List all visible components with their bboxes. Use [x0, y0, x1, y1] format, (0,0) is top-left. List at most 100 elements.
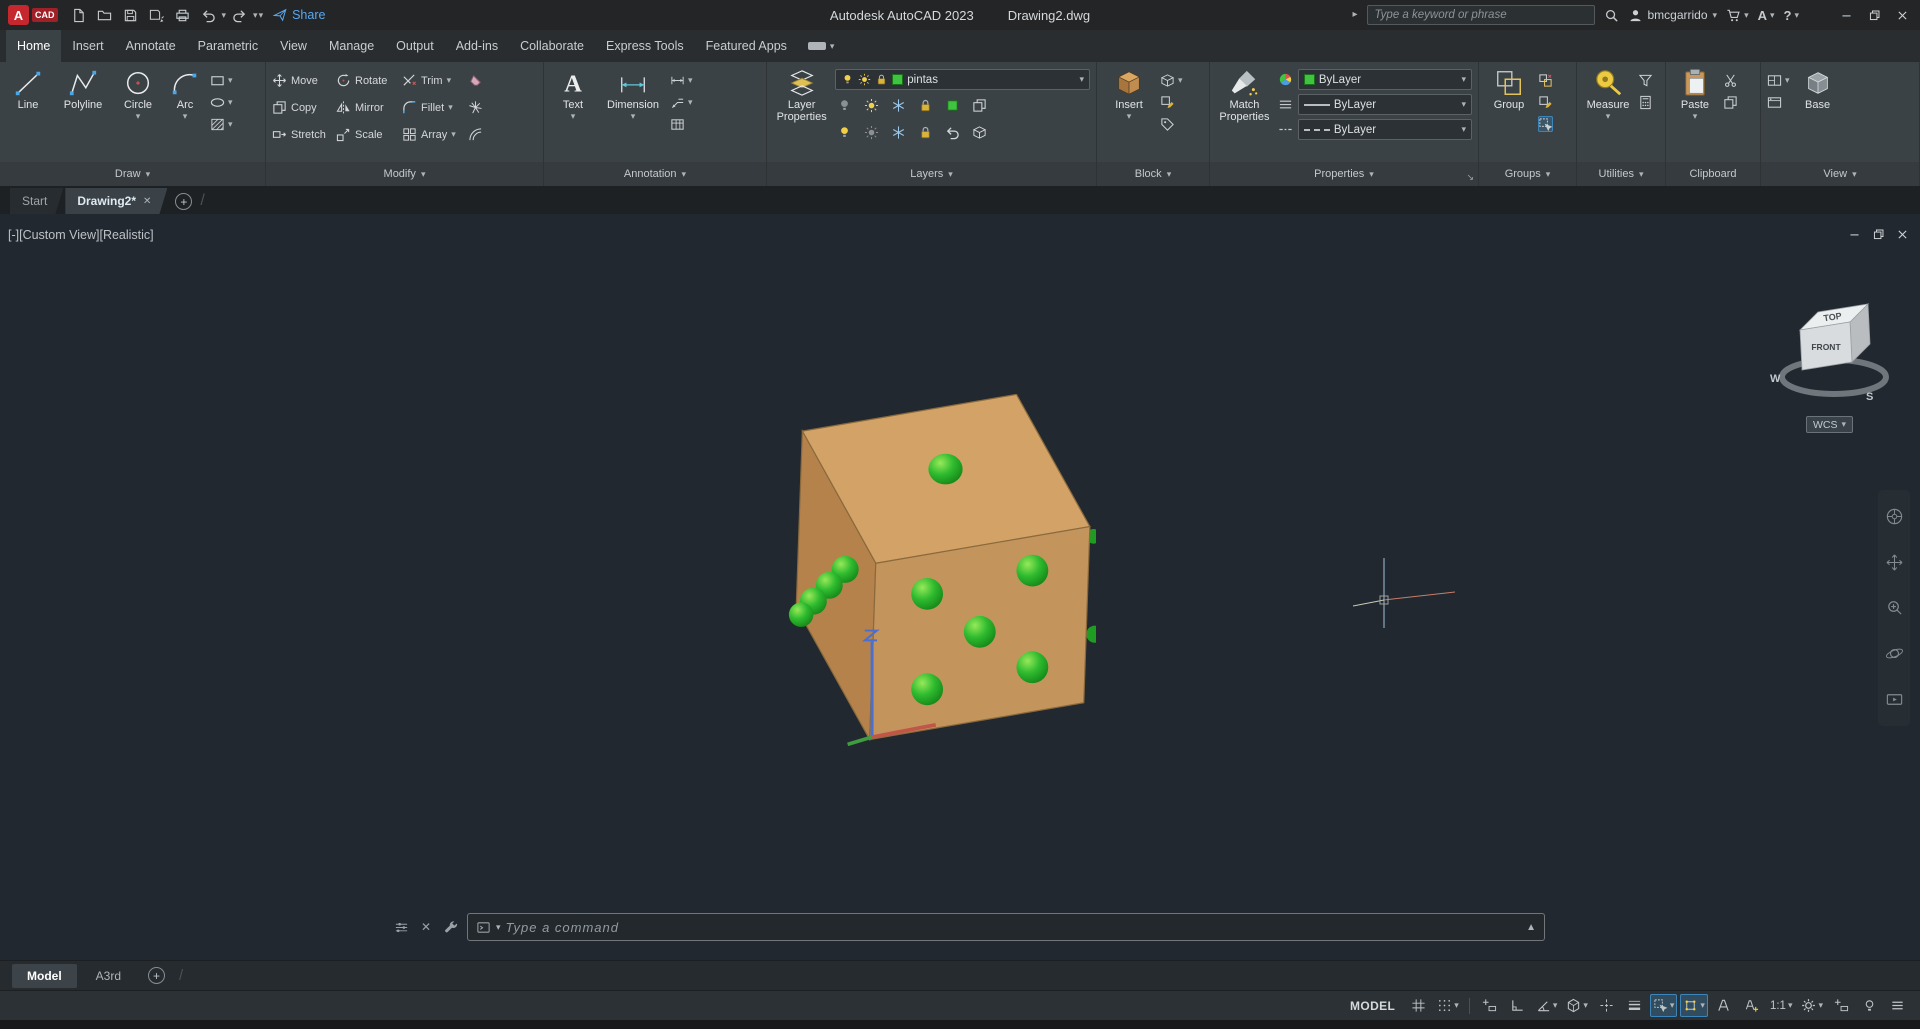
group-edit-button[interactable]: [1538, 94, 1553, 110]
ribbon-display-toggle[interactable]: ▾: [808, 30, 835, 62]
insert-button[interactable]: Insert ▾: [1103, 65, 1155, 161]
hatch-button[interactable]: ▾: [210, 116, 233, 132]
viewport-config-button[interactable]: ▾: [1767, 72, 1790, 88]
panel-title-groups[interactable]: Groups ▾: [1479, 162, 1576, 186]
tab-output[interactable]: Output: [385, 30, 445, 62]
tab-manage[interactable]: Manage: [318, 30, 385, 62]
annotation-autoscale-toggle[interactable]: [1739, 994, 1764, 1017]
table-button[interactable]: [670, 116, 693, 132]
layer-make-current-icon[interactable]: [945, 98, 960, 113]
qat-customize-icon[interactable]: ▾: [259, 11, 264, 20]
layer-isolate-icon[interactable]: [864, 98, 879, 113]
arc-button[interactable]: Arc ▾: [165, 65, 205, 161]
showmotion-icon[interactable]: [1885, 690, 1904, 709]
object-color-dropdown[interactable]: ByLayer ▾: [1298, 69, 1472, 90]
full-navigation-wheel-icon[interactable]: [1885, 507, 1904, 526]
erase-button[interactable]: [468, 73, 496, 88]
plot-button[interactable]: [170, 3, 195, 27]
app-store-button[interactable]: ▾: [1726, 8, 1749, 23]
open-file-button[interactable]: [92, 3, 117, 27]
panel-title-properties[interactable]: Properties ▾ ↘: [1210, 162, 1478, 186]
search-button[interactable]: [1604, 8, 1619, 23]
layer-thaw-all-icon[interactable]: [891, 125, 906, 140]
vp-restore-button[interactable]: [1866, 224, 1890, 244]
ellipse-button[interactable]: ▾: [210, 94, 233, 110]
lineweight-dropdown[interactable]: ByLayer ▾: [1298, 94, 1472, 115]
quick-calc-button[interactable]: [1638, 94, 1653, 110]
pan-icon[interactable]: [1885, 553, 1904, 572]
redo-button[interactable]: [227, 3, 252, 27]
viewport-style-menu[interactable]: [Realistic]: [99, 228, 153, 242]
layer-properties-button[interactable]: Layer Properties: [773, 65, 830, 161]
command-input-box[interactable]: ▾ ▲: [467, 913, 1545, 941]
zoom-icon[interactable]: [1885, 598, 1904, 617]
annotation-visibility-toggle[interactable]: [1711, 994, 1736, 1017]
new-layout-button[interactable]: +: [148, 967, 165, 984]
layer-walk-icon[interactable]: [972, 125, 987, 140]
wcs-dropdown[interactable]: WCS ▾: [1806, 416, 1853, 433]
paste-button[interactable]: Paste ▾: [1672, 65, 1718, 161]
annotation-scale-button[interactable]: 1:1▾: [1767, 994, 1796, 1017]
recent-commands-icon[interactable]: ▲: [1526, 922, 1536, 933]
group-button[interactable]: Group: [1485, 65, 1533, 161]
explode-button[interactable]: [468, 100, 496, 115]
fillet-button[interactable]: Fillet▾: [402, 100, 468, 115]
layer-lock-icon[interactable]: [918, 98, 933, 113]
new-file-button[interactable]: [66, 3, 91, 27]
viewport-view-menu[interactable]: [Custom View]: [19, 228, 99, 242]
selection-cycling-toggle[interactable]: ▾: [1650, 994, 1678, 1017]
copy-clip-button[interactable]: [1723, 94, 1738, 110]
app-menu-button[interactable]: A CAD: [0, 5, 66, 25]
array-button[interactable]: Array▾: [402, 127, 468, 142]
dimension-style-button[interactable]: ▾: [670, 72, 693, 88]
rotate-button[interactable]: Rotate: [336, 73, 402, 88]
orbit-icon[interactable]: [1885, 644, 1904, 663]
search-input[interactable]: [1367, 5, 1595, 25]
move-button[interactable]: Move: [272, 73, 336, 88]
isodraft-toggle[interactable]: ▾: [1563, 994, 1591, 1017]
layer-on-all-icon[interactable]: [837, 125, 852, 140]
copy-button[interactable]: Copy: [272, 100, 336, 115]
tab-view[interactable]: View: [269, 30, 318, 62]
chevron-down-icon[interactable]: ▾: [496, 923, 501, 932]
cut-button[interactable]: [1723, 72, 1738, 88]
ortho-toggle[interactable]: [1505, 994, 1530, 1017]
layer-unisolate-icon[interactable]: [864, 125, 879, 140]
annotation-monitor-toggle[interactable]: [1829, 994, 1854, 1017]
isolate-objects-button[interactable]: [1857, 994, 1882, 1017]
file-tab-drawing2[interactable]: Drawing2* ✕: [65, 188, 167, 214]
dice-3d-model[interactable]: [784, 394, 1096, 746]
model-space-button[interactable]: MODEL: [1342, 994, 1403, 1017]
object-snap-toggle[interactable]: ▾: [1680, 994, 1708, 1017]
quick-select-button[interactable]: [1638, 72, 1653, 88]
stretch-button[interactable]: Stretch: [272, 127, 336, 142]
panel-title-draw[interactable]: Draw ▾: [0, 162, 265, 186]
trim-button[interactable]: Trim▾: [402, 73, 468, 88]
ungroup-button[interactable]: [1538, 72, 1553, 88]
save-as-button[interactable]: [144, 3, 169, 27]
tab-parametric[interactable]: Parametric: [187, 30, 269, 62]
rectangle-button[interactable]: ▾: [210, 72, 233, 88]
customization-button[interactable]: [1885, 994, 1910, 1017]
workspace-switching-button[interactable]: ▾: [1798, 994, 1826, 1017]
close-tab-icon[interactable]: ✕: [143, 196, 151, 207]
measure-button[interactable]: Measure ▾: [1583, 65, 1633, 161]
viewport-control-menu[interactable]: [-]: [8, 228, 19, 242]
create-block-button[interactable]: ▾: [1160, 72, 1183, 88]
panel-title-annotation[interactable]: Annotation ▾: [544, 162, 766, 186]
match-properties-button[interactable]: Match Properties: [1216, 65, 1273, 161]
viewport-canvas[interactable]: [-] [Custom View] [Realistic]: [0, 214, 1920, 960]
layer-unlock-all-icon[interactable]: [918, 125, 933, 140]
close-command-button[interactable]: ✕: [417, 918, 435, 936]
lineweight-toggle[interactable]: [1622, 994, 1647, 1017]
layer-dropdown[interactable]: pintas ▾: [835, 69, 1090, 90]
new-drawing-button[interactable]: +: [175, 193, 192, 210]
dynamic-input-toggle[interactable]: [1477, 994, 1502, 1017]
line-button[interactable]: Line: [6, 65, 50, 161]
close-button[interactable]: [1888, 2, 1916, 28]
named-views-button[interactable]: [1767, 94, 1790, 110]
tab-express-tools[interactable]: Express Tools: [595, 30, 695, 62]
circle-button[interactable]: Circle ▾: [116, 65, 160, 161]
base-button[interactable]: Base: [1795, 65, 1841, 161]
account-menu[interactable]: bmcgarrido ▾: [1628, 8, 1718, 23]
